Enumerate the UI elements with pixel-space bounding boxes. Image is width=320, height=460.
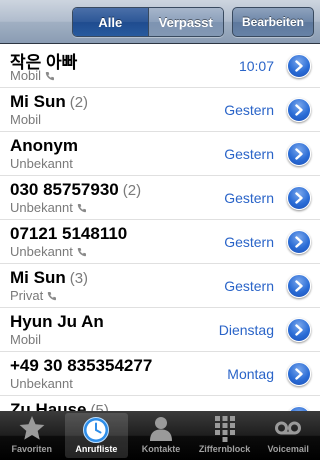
caller-name: +49 30 835354277 xyxy=(10,356,156,376)
call-time: Gestern xyxy=(224,190,274,206)
number-type-text: Privat xyxy=(10,288,44,303)
tab-contacts[interactable]: Kontakte xyxy=(129,411,193,460)
caller-name-text: 030 85757930 xyxy=(10,180,119,199)
call-list-row[interactable]: Zu Hause (5) xyxy=(0,396,320,411)
caller-name: Mi Sun (2) xyxy=(10,92,88,112)
navigation-bar: Alle Verpasst Bearbeiten xyxy=(0,0,320,44)
call-list-row[interactable]: Anonym Unbekannt Gestern xyxy=(0,132,320,176)
number-type-text: Unbekannt xyxy=(10,376,73,391)
caller-name-text: Hyun Ju An xyxy=(10,312,104,331)
number-type-text: Mobil xyxy=(10,68,42,83)
outgoing-call-icon xyxy=(47,291,57,301)
tab-keypad[interactable]: Ziffernblock xyxy=(193,411,257,460)
number-type-text: Unbekannt xyxy=(10,200,73,215)
number-type-text: Mobil xyxy=(10,332,42,347)
call-count: (2) xyxy=(69,94,89,111)
outgoing-call-icon xyxy=(45,71,55,81)
detail-disclosure-button[interactable] xyxy=(287,186,311,210)
star-icon xyxy=(17,413,47,443)
caller-name: Anonym xyxy=(10,136,82,156)
call-filter-segmented-control: Alle Verpasst xyxy=(72,7,224,37)
number-type-text: Unbekannt xyxy=(10,156,73,171)
segment-all[interactable]: Alle xyxy=(73,8,148,36)
caller-name-text: Mi Sun xyxy=(10,92,66,111)
number-type: Unbekannt xyxy=(10,244,87,259)
call-time: Gestern xyxy=(224,278,274,294)
caller-name-text: Anonym xyxy=(10,136,78,155)
chevron-right-icon xyxy=(294,192,304,204)
outgoing-call-icon xyxy=(77,203,87,213)
call-list-row[interactable]: +49 30 835354277 Unbekannt Montag xyxy=(0,352,320,396)
number-type: Unbekannt xyxy=(10,200,87,215)
call-list-row[interactable]: 07121 5148110 Unbekannt Gestern xyxy=(0,220,320,264)
number-type: Unbekannt xyxy=(10,156,73,171)
recents-list[interactable]: 작은 아빠 Mobil 10:07 Mi Sun (2) Mobil Gestern Anon… xyxy=(0,44,320,411)
call-time: Gestern xyxy=(224,234,274,250)
detail-disclosure-button[interactable] xyxy=(287,362,311,386)
tab-label: Ziffernblock xyxy=(198,444,251,454)
caller-name-text: +49 30 835354277 xyxy=(10,356,153,375)
detail-disclosure-button[interactable] xyxy=(287,318,311,342)
call-list-row[interactable]: 작은 아빠 Mobil 10:07 xyxy=(0,44,320,88)
tab-bar: Favoriten Anrufliste Kontakte Ziffernblo… xyxy=(0,411,320,460)
call-time: Montag xyxy=(227,366,274,382)
caller-name: 07121 5148110 xyxy=(10,224,131,244)
chevron-right-icon xyxy=(294,104,304,116)
number-type: Mobil xyxy=(10,68,55,83)
tab-label: Kontakte xyxy=(141,444,181,454)
number-type-text: Mobil xyxy=(10,112,42,127)
tab-favorites[interactable]: Favoriten xyxy=(0,411,64,460)
chevron-right-icon xyxy=(294,324,304,336)
detail-disclosure-button[interactable] xyxy=(287,274,311,298)
chevron-right-icon xyxy=(294,148,304,160)
caller-name-text: Zu Hause xyxy=(10,400,87,411)
detail-disclosure-button[interactable] xyxy=(287,98,311,122)
tab-voicemail[interactable]: Voicemail xyxy=(256,411,320,460)
keypad-icon xyxy=(210,413,240,443)
caller-name: 030 85757930 (2) xyxy=(10,180,141,200)
edit-button[interactable]: Bearbeiten xyxy=(232,7,314,37)
tab-recents[interactable]: Anrufliste xyxy=(64,413,129,458)
caller-name-text: Mi Sun xyxy=(10,268,66,287)
detail-disclosure-button[interactable] xyxy=(287,230,311,254)
tab-label: Voicemail xyxy=(267,444,309,454)
person-icon xyxy=(146,413,176,443)
call-time: 10:07 xyxy=(238,58,274,74)
call-list-row[interactable]: Hyun Ju An Mobil Dienstag xyxy=(0,308,320,352)
voicemail-icon xyxy=(273,413,303,443)
call-count: (2) xyxy=(122,182,142,199)
detail-disclosure-button[interactable] xyxy=(287,142,311,166)
call-time: Dienstag xyxy=(218,322,274,338)
call-count: (3) xyxy=(69,270,89,287)
call-time: Gestern xyxy=(224,102,274,118)
chevron-right-icon xyxy=(294,60,304,72)
clock-icon xyxy=(81,415,111,445)
chevron-right-icon xyxy=(294,368,304,380)
number-type: Mobil xyxy=(10,112,41,127)
caller-name: Hyun Ju An xyxy=(10,312,108,332)
outgoing-call-icon xyxy=(77,247,87,257)
tab-label: Anrufliste xyxy=(75,444,118,454)
tab-label: Favoriten xyxy=(11,444,53,454)
call-time: Gestern xyxy=(224,146,274,162)
caller-name: Mi Sun (3) xyxy=(10,268,88,288)
number-type-text: Unbekannt xyxy=(10,244,73,259)
number-type: Mobil xyxy=(10,332,41,347)
number-type: Unbekannt xyxy=(10,376,73,391)
caller-name: Zu Hause (5) xyxy=(10,400,109,411)
detail-disclosure-button[interactable] xyxy=(287,54,311,78)
call-count: (5) xyxy=(90,402,109,411)
chevron-right-icon xyxy=(294,280,304,292)
chevron-right-icon xyxy=(294,236,304,248)
number-type: Privat xyxy=(10,288,57,303)
call-list-row[interactable]: Mi Sun (2) Mobil Gestern xyxy=(0,88,320,132)
call-list-row[interactable]: 030 85757930 (2) Unbekannt Gestern xyxy=(0,176,320,220)
caller-name-text: 07121 5148110 xyxy=(10,224,128,243)
segment-missed[interactable]: Verpasst xyxy=(147,8,223,36)
call-list-row[interactable]: Mi Sun (3) Privat Gestern xyxy=(0,264,320,308)
